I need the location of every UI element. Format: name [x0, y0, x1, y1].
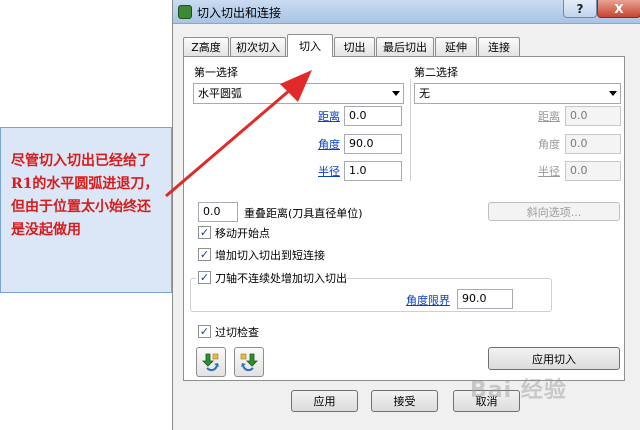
chevron-down-icon — [609, 91, 617, 96]
first-choice-heading: 第一选择 — [194, 66, 238, 79]
second-angle-field: 0.0 — [565, 134, 621, 154]
first-choice-value: 水平圆弧 — [198, 87, 242, 100]
first-angle-label[interactable]: 角度 — [318, 136, 340, 152]
tab-links[interactable]: 连接 — [478, 37, 520, 56]
axis-discontinuity-label: 刀轴不连续处增加切入切出 — [215, 272, 347, 285]
apply-lead-in-button[interactable]: 应用切入 — [488, 347, 620, 370]
second-choice-value: 无 — [419, 87, 430, 100]
second-distance-field: 0.0 — [565, 106, 621, 126]
close-button[interactable]: X — [597, 0, 640, 18]
first-distance-label[interactable]: 距离 — [318, 108, 340, 124]
choice-divider — [410, 79, 411, 181]
overlap-distance-label: 重叠距离(刀具直径单位) — [244, 207, 363, 220]
copy-to-lead-out-button[interactable] — [234, 347, 264, 377]
tab-first-lead-in[interactable]: 初次切入 — [230, 37, 286, 56]
swap-arrows-icon — [240, 353, 258, 372]
tab-last-lead-out[interactable]: 最后切出 — [376, 37, 434, 56]
angle-limit-field[interactable]: 90.0 — [457, 289, 513, 309]
add-short-link-label: 增加切入切出到短连接 — [215, 249, 325, 262]
title-bar[interactable]: 切入切出和连接 ? X — [173, 0, 640, 24]
tab-extension[interactable]: 延伸 — [435, 37, 477, 56]
second-angle-label: 角度 — [538, 138, 560, 151]
gouge-check-label: 过切检查 — [215, 326, 259, 339]
chevron-down-icon — [392, 91, 400, 96]
move-start-label: 移动开始点 — [215, 227, 270, 240]
second-radius-field: 0.0 — [565, 161, 621, 181]
leadin-leadout-dialog: 切入切出和连接 ? X Z高度 初次切入 切入 切出 最后切出 延伸 连接 第一… — [172, 0, 640, 430]
first-choice-select[interactable]: 水平圆弧 — [193, 83, 404, 104]
first-distance-field[interactable]: 0.0 — [344, 106, 402, 126]
second-choice-select[interactable]: 无 — [414, 83, 621, 104]
apply-button[interactable]: 应用 — [291, 390, 358, 412]
second-distance-label: 距离 — [538, 110, 560, 123]
help-button[interactable]: ? — [563, 0, 597, 18]
annotation-callout: 尽管切入切出已经给了R1的水平圆弧进退刀，但由于位置太小始终还是没起做用 — [0, 127, 172, 293]
second-choice-heading: 第二选择 — [414, 66, 458, 79]
overlap-distance-field[interactable]: 0.0 — [198, 202, 238, 222]
second-radius-label: 半径 — [538, 165, 560, 178]
tab-lead-in[interactable]: 切入 — [287, 34, 333, 57]
ramp-options-button[interactable]: 斜向选项... — [488, 202, 620, 221]
lead-in-panel: 第一选择 水平圆弧 距离 0.0 角度 90.0 半径 1.0 第二选择 无 距… — [183, 56, 625, 381]
first-radius-field[interactable]: 1.0 — [344, 161, 402, 181]
watermark: Bai 经验 — [470, 378, 567, 403]
gouge-check-checkbox[interactable]: ✓ — [198, 325, 211, 338]
angle-limit-label[interactable]: 角度限界 — [406, 292, 450, 308]
swap-arrows-icon — [202, 353, 219, 372]
first-radius-label[interactable]: 半径 — [318, 163, 340, 179]
axis-discontinuity-checkbox[interactable]: ✓ — [198, 271, 211, 284]
add-short-link-checkbox[interactable]: ✓ — [198, 248, 211, 261]
tab-z-height[interactable]: Z高度 — [183, 37, 229, 56]
move-start-checkbox[interactable]: ✓ — [198, 226, 211, 239]
window-title: 切入切出和连接 — [197, 6, 282, 20]
annotation-text: 尽管切入切出已经给了R1的水平圆弧进退刀，但由于位置太小始终还是没起做用 — [11, 153, 159, 238]
first-angle-field[interactable]: 90.0 — [344, 134, 402, 154]
accept-button[interactable]: 接受 — [371, 390, 438, 412]
app-icon — [178, 5, 192, 19]
copy-from-lead-out-button[interactable] — [196, 347, 226, 377]
tab-lead-out[interactable]: 切出 — [334, 37, 375, 56]
